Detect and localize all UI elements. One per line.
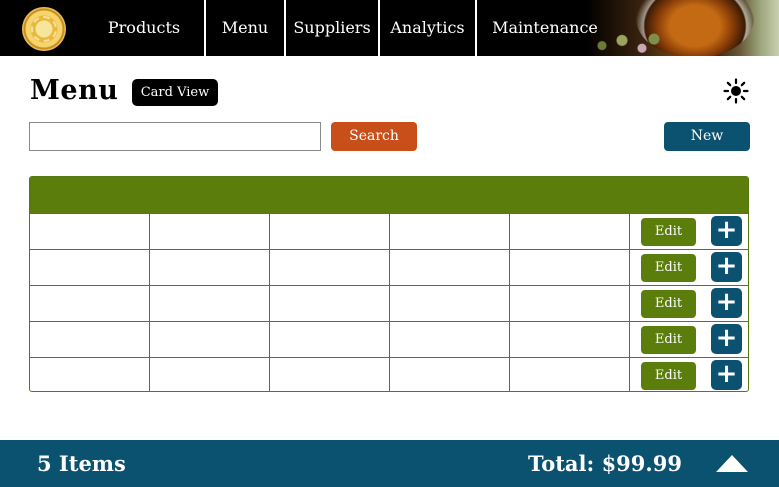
table-cell <box>510 214 630 249</box>
plus-icon[interactable]: + <box>711 288 742 318</box>
plus-icon[interactable]: + <box>711 324 742 354</box>
nav-item-suppliers[interactable]: Suppliers <box>286 0 378 56</box>
table-cell <box>270 250 390 285</box>
table-cell <box>30 322 150 357</box>
table-cell <box>270 322 390 357</box>
plus-icon[interactable]: + <box>711 216 742 246</box>
menu-table: Edit + Edit + Edit + Edit + Edit + <box>29 176 749 392</box>
table-cell <box>390 286 510 321</box>
nav-item-menu[interactable]: Menu <box>206 0 284 56</box>
page-title: Menu <box>30 75 119 106</box>
table-cell <box>270 358 390 391</box>
card-view-button[interactable]: Card View <box>132 79 218 106</box>
table-cell <box>510 358 630 391</box>
table-row: Edit + <box>30 357 748 391</box>
table-row: Edit + <box>30 249 748 285</box>
table-cell <box>510 250 630 285</box>
table-cell <box>390 322 510 357</box>
cart-footer: 5 Items Total: $99.99 <box>0 440 779 487</box>
table-cell <box>390 250 510 285</box>
table-cell <box>30 214 150 249</box>
table-cell <box>390 358 510 391</box>
table-row: Edit + <box>30 285 748 321</box>
sun-icon[interactable] <box>723 78 749 104</box>
table-cell <box>150 358 270 391</box>
edit-button[interactable]: Edit <box>641 326 696 354</box>
table-cell <box>150 250 270 285</box>
table-row: Edit + <box>30 321 748 357</box>
table-cell <box>150 322 270 357</box>
nav-item-maintenance[interactable]: Maintenance <box>477 0 613 56</box>
table-cell <box>30 286 150 321</box>
table-cell <box>30 358 150 391</box>
tea-banner-image <box>586 0 779 56</box>
table-cell <box>510 286 630 321</box>
top-nav: Products Menu Suppliers Analytics Mainte… <box>0 0 779 56</box>
table-cell <box>270 214 390 249</box>
nav-item-products[interactable]: Products <box>84 0 204 56</box>
edit-button[interactable]: Edit <box>641 254 696 282</box>
table-cell <box>30 250 150 285</box>
plus-icon[interactable]: + <box>711 360 742 390</box>
item-count: 5 Items <box>37 451 126 476</box>
search-button[interactable]: Search <box>331 122 417 151</box>
plus-icon[interactable]: + <box>711 252 742 282</box>
edit-button[interactable]: Edit <box>641 218 696 246</box>
nav-item-analytics[interactable]: Analytics <box>380 0 475 56</box>
new-button[interactable]: New <box>664 122 750 151</box>
cart-total: Total: $99.99 <box>528 451 682 476</box>
table-cell <box>270 286 390 321</box>
table-cell <box>150 214 270 249</box>
triangle-up-icon[interactable] <box>714 453 750 475</box>
table-row: Edit + <box>30 213 748 249</box>
table-cell <box>510 322 630 357</box>
lemon-tea-logo[interactable] <box>22 7 66 51</box>
table-cell <box>150 286 270 321</box>
table-header <box>30 177 748 213</box>
search-input[interactable] <box>29 122 321 151</box>
table-cell <box>390 214 510 249</box>
edit-button[interactable]: Edit <box>641 290 696 318</box>
edit-button[interactable]: Edit <box>641 362 696 390</box>
